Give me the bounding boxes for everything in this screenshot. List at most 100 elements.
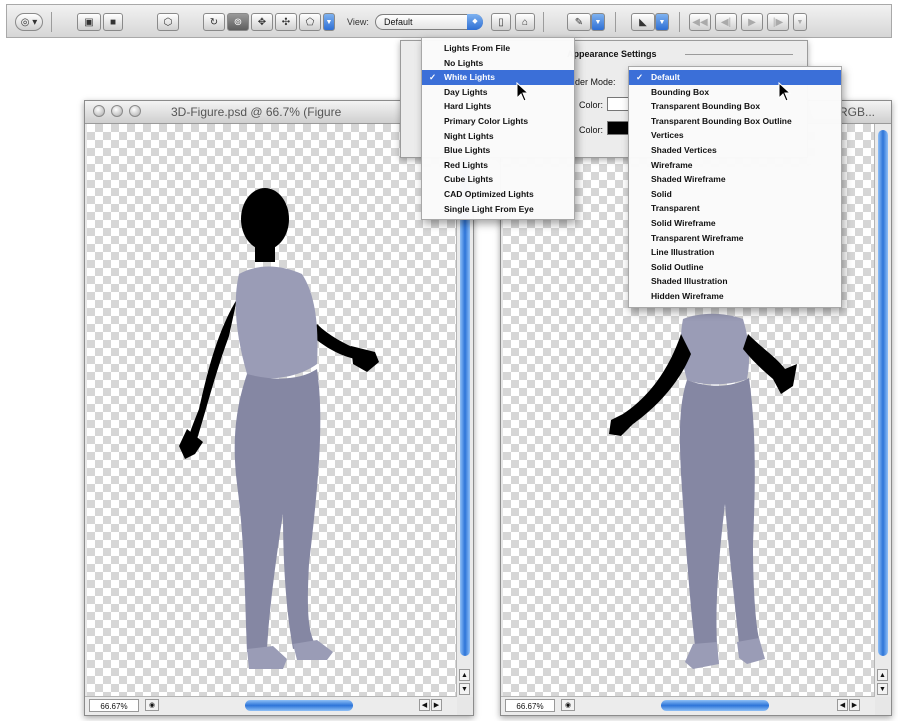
lights-menu-item-label: Lights From File — [444, 43, 511, 53]
render-mode-menu-item[interactable]: Wireframe — [629, 158, 841, 173]
lights-menu-item[interactable]: Lights From File — [422, 41, 574, 56]
cross-section-dropdown-arrow[interactable]: ▼ — [655, 13, 669, 31]
chevron-down-icon: ▼ — [594, 18, 602, 26]
close-window-button[interactable] — [93, 105, 105, 117]
scroll-up-arrow[interactable]: ▲ — [877, 669, 888, 681]
status-info-button[interactable]: ◉ — [145, 699, 159, 711]
lights-menu-item[interactable]: ✓ White Lights — [422, 70, 574, 85]
face-color-swatch[interactable] — [607, 97, 629, 111]
vertical-scrollbar[interactable]: ▲ ▼ — [874, 124, 891, 697]
camera-button[interactable]: ■ — [103, 13, 123, 31]
delete-view-button[interactable]: ⌂ — [515, 13, 535, 31]
render-mode-menu-item[interactable]: Transparent — [629, 201, 841, 216]
checkmark-icon: ✓ — [429, 72, 437, 83]
zoom-window-button[interactable] — [129, 105, 141, 117]
scroll-left-arrow[interactable]: ◀ — [419, 699, 430, 711]
rewind-icon: ◀◀ — [692, 16, 708, 28]
scale-tool-button[interactable]: ⬠ — [299, 13, 321, 31]
render-mode-menu-item[interactable]: Vertices — [629, 128, 841, 143]
save-view-button[interactable]: ▯ — [491, 13, 511, 31]
vertical-scroll-thumb[interactable] — [878, 130, 888, 656]
step-back-icon: ◀| — [720, 16, 732, 28]
rotate-tool-button[interactable]: ↻ — [203, 13, 225, 31]
render-mode-menu-item-label: Transparent Wireframe — [651, 232, 744, 243]
document-canvas[interactable] — [87, 124, 457, 697]
delete-view-icon: ⌂ — [521, 16, 529, 28]
3d-object-button[interactable]: ⬡ — [157, 13, 179, 31]
lights-menu-item[interactable]: Blue Lights — [422, 143, 574, 158]
scroll-right-arrow[interactable]: ▶ — [849, 699, 860, 711]
face-color-label: Color: — [579, 100, 604, 110]
edge-color-swatch[interactable] — [607, 121, 629, 135]
render-mode-menu-item[interactable]: Solid — [629, 187, 841, 202]
lights-menu-item-label: Cube Lights — [444, 174, 494, 185]
lights-menu-item-label: Hard Lights — [444, 101, 492, 112]
step-back-button[interactable]: ◀| — [715, 13, 737, 31]
render-mode-menu-item[interactable]: Hidden Wireframe — [629, 289, 841, 304]
playback-dropdown-arrow[interactable]: ▼ — [793, 13, 807, 31]
horizontal-scroll-thumb[interactable] — [661, 700, 769, 711]
step-forward-button[interactable]: |▶ — [767, 13, 789, 31]
cross-section-button[interactable]: ◣ — [631, 13, 655, 31]
play-button[interactable]: ▶ — [741, 13, 763, 31]
toolbar-separator — [51, 12, 52, 32]
toolbar-separator — [679, 12, 680, 32]
view-select[interactable]: Default ◆ — [375, 14, 483, 30]
tool-dropdown-arrow[interactable]: ▼ — [323, 13, 335, 31]
render-mode-menu-item[interactable]: Transparent Wireframe — [629, 231, 841, 246]
render-mode-menu-item-label: Transparent Bounding Box — [651, 101, 761, 112]
status-bar: 66.67% ◉ ◀ ▶ — [85, 696, 457, 715]
drag-tool-button[interactable]: ✥ — [251, 13, 273, 31]
scroll-down-arrow[interactable]: ▼ — [877, 683, 888, 695]
render-mode-menu-item[interactable]: ✓ Default — [629, 70, 841, 85]
scroll-up-arrow[interactable]: ▲ — [459, 669, 470, 681]
updown-arrows-icon: ◆ — [467, 14, 483, 30]
render-mode-menu-item[interactable]: Shaded Wireframe — [629, 172, 841, 187]
tool-preset-picker[interactable]: ◎ ▾ — [15, 13, 43, 31]
3d-figure-model[interactable] — [87, 124, 457, 697]
scroll-right-arrow[interactable]: ▶ — [431, 699, 442, 711]
home-view-button[interactable]: ▣ — [77, 13, 101, 31]
render-mode-menu-item[interactable]: Solid Wireframe — [629, 216, 841, 231]
scroll-down-arrow[interactable]: ▼ — [459, 683, 470, 695]
go-to-start-button[interactable]: ◀◀ — [689, 13, 711, 31]
render-mode-menu-item[interactable]: Solid Outline — [629, 260, 841, 275]
lights-menu-item[interactable]: Primary Color Lights — [422, 114, 574, 129]
render-mode-menu-item-label: Solid Outline — [651, 261, 704, 272]
lights-menu-item[interactable]: Single Light From Eye — [422, 202, 574, 217]
render-mode-menu-item-label: Shaded Vertices — [651, 144, 717, 155]
options-icon: ◎ ▾ — [20, 16, 38, 28]
lights-menu-item[interactable]: Cube Lights — [422, 172, 574, 187]
slide-tool-button[interactable]: ✣ — [275, 13, 297, 31]
render-mode-menu-item[interactable]: Transparent Bounding Box Outline — [629, 114, 841, 129]
render-mode-menu-item[interactable]: Shaded Vertices — [629, 143, 841, 158]
cross-section-icon: ◣ — [639, 16, 647, 28]
render-mode-menu-item[interactable]: Line Illustration — [629, 245, 841, 260]
lights-menu-item-label: No Lights — [444, 57, 484, 68]
minimize-window-button[interactable] — [111, 105, 123, 117]
lights-menu-item[interactable]: Hard Lights — [422, 99, 574, 114]
render-mode-menu-item-label: Vertices — [651, 130, 684, 141]
zoom-level-field[interactable]: 66.67% — [89, 699, 139, 712]
render-mode-menu-item-label: Bounding Box — [651, 86, 710, 97]
lights-button[interactable]: ✎ — [567, 13, 591, 31]
scroll-left-arrow[interactable]: ◀ — [837, 699, 848, 711]
lights-dropdown-arrow[interactable]: ▼ — [591, 13, 605, 31]
lights-menu-item-label: White Lights — [444, 72, 495, 83]
lights-menu-item[interactable]: Red Lights — [422, 158, 574, 173]
render-mode-menu-item[interactable]: Shaded Illustration — [629, 274, 841, 289]
lights-menu-item-label: Day Lights — [444, 86, 488, 97]
window-title: RGB... — [839, 105, 876, 119]
edge-color-label: Color: — [579, 125, 604, 135]
lights-menu-item[interactable]: CAD Optimized Lights — [422, 187, 574, 202]
status-info-button[interactable]: ◉ — [561, 699, 575, 711]
lights-menu-item[interactable]: No Lights — [422, 56, 574, 71]
horizontal-scroll-thumb[interactable] — [245, 700, 353, 711]
zoom-level-field[interactable]: 66.67% — [505, 699, 555, 712]
lights-menu-item[interactable]: Day Lights — [422, 85, 574, 100]
roll-tool-button[interactable]: ⊚ — [227, 13, 249, 31]
render-mode-menu-item[interactable]: Bounding Box — [629, 85, 841, 100]
lights-menu-item[interactable]: Night Lights — [422, 129, 574, 144]
render-mode-menu-item[interactable]: Transparent Bounding Box — [629, 99, 841, 114]
render-mode-menu-item-label: Shaded Wireframe — [651, 174, 726, 185]
